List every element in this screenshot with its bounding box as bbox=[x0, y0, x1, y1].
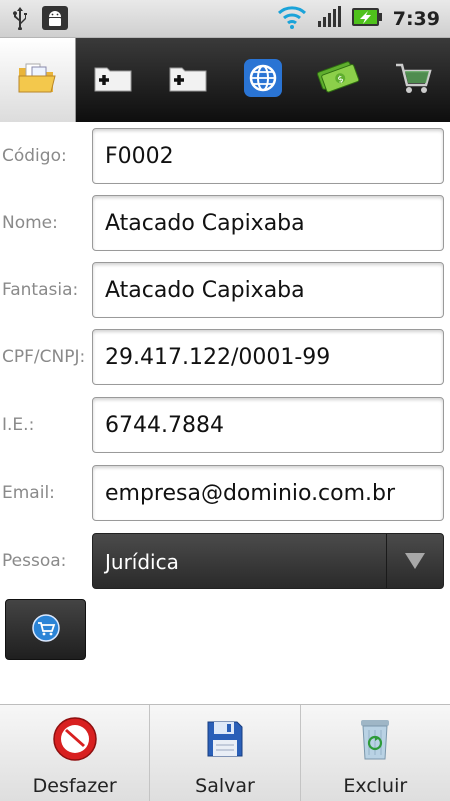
tab-folder-add-2[interactable] bbox=[151, 38, 226, 122]
cart-icon bbox=[393, 59, 433, 101]
nome-field[interactable]: Atacado Capixaba bbox=[92, 195, 444, 251]
usb-icon bbox=[10, 6, 30, 34]
email-label: Email: bbox=[2, 483, 55, 503]
ie-row: I.E.: 6744.7884 bbox=[0, 397, 450, 455]
tab-folder[interactable] bbox=[0, 38, 76, 122]
pessoa-select-value: Jurídica bbox=[105, 550, 179, 574]
save-button[interactable]: Salvar bbox=[150, 705, 301, 801]
folder-icon bbox=[15, 58, 59, 102]
folder-add-icon bbox=[168, 62, 208, 98]
status-bar: 7:39 bbox=[0, 0, 450, 38]
signal-icon bbox=[317, 6, 341, 32]
nome-row: Nome: Atacado Capixaba bbox=[0, 195, 450, 253]
cart-icon bbox=[31, 613, 60, 646]
codigo-row: Código: F0002 bbox=[0, 128, 450, 186]
recycle-bin-icon bbox=[358, 717, 392, 765]
pessoa-label: Pessoa: bbox=[2, 551, 67, 571]
save-label: Salvar bbox=[195, 775, 255, 797]
tab-cart[interactable] bbox=[375, 38, 450, 122]
codigo-field[interactable]: F0002 bbox=[92, 128, 444, 184]
no-entry-icon bbox=[52, 716, 98, 766]
tab-folder-add-1[interactable] bbox=[76, 38, 151, 122]
fantasia-field[interactable]: Atacado Capixaba bbox=[92, 262, 444, 318]
cpf-cnpj-label: CPF/CNPJ: bbox=[2, 347, 86, 367]
folder-add-icon bbox=[93, 62, 133, 98]
cart-button[interactable] bbox=[5, 599, 86, 660]
floppy-disk-icon bbox=[206, 720, 244, 762]
fantasia-row: Fantasia: Atacado Capixaba bbox=[0, 262, 450, 320]
nome-label: Nome: bbox=[2, 213, 58, 233]
battery-charging-icon bbox=[351, 6, 383, 32]
tab-money[interactable]: $ bbox=[300, 38, 375, 122]
fantasia-label: Fantasia: bbox=[2, 280, 79, 300]
wifi-icon bbox=[277, 4, 307, 34]
codigo-label: Código: bbox=[2, 146, 67, 166]
ie-label: I.E.: bbox=[2, 415, 35, 435]
undo-button[interactable]: Desfazer bbox=[0, 705, 151, 801]
pessoa-row: Pessoa: Jurídica bbox=[0, 533, 450, 591]
cpf-cnpj-row: CPF/CNPJ: 29.417.122/0001-99 bbox=[0, 329, 450, 387]
ie-field[interactable]: 6744.7884 bbox=[92, 397, 444, 453]
android-debug-icon bbox=[42, 6, 68, 34]
tab-bar: $ bbox=[0, 38, 450, 122]
email-field[interactable]: empresa@dominio.com.br bbox=[92, 465, 444, 521]
dropdown-arrow-icon bbox=[386, 534, 443, 588]
clock: 7:39 bbox=[392, 8, 440, 30]
pessoa-select[interactable]: Jurídica bbox=[92, 533, 444, 589]
globe-icon bbox=[243, 58, 283, 102]
cpf-cnpj-field[interactable]: 29.417.122/0001-99 bbox=[92, 329, 444, 385]
undo-label: Desfazer bbox=[32, 775, 117, 797]
money-icon: $ bbox=[316, 60, 360, 100]
delete-label: Excluir bbox=[343, 775, 408, 797]
bottom-action-bar: Desfazer Salvar Excluir bbox=[0, 704, 450, 801]
tab-globe[interactable] bbox=[225, 38, 300, 122]
email-row: Email: empresa@dominio.com.br bbox=[0, 465, 450, 523]
delete-button[interactable]: Excluir bbox=[301, 705, 450, 801]
